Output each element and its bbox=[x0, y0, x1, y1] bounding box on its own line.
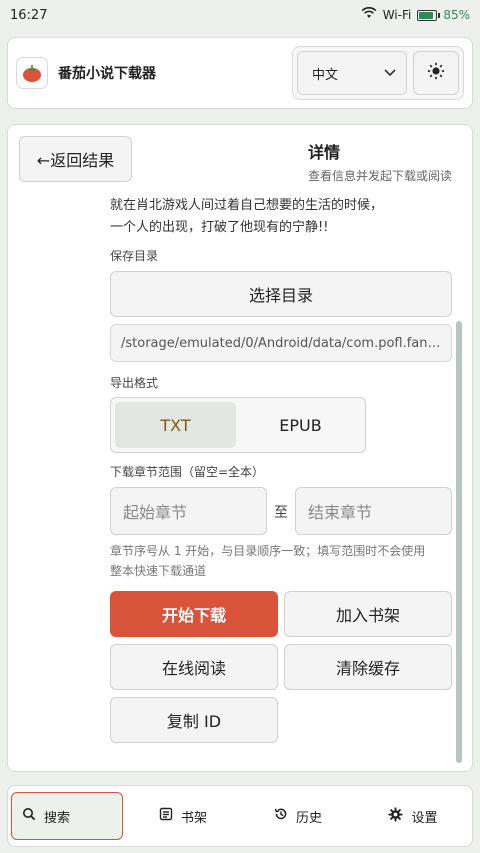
header-controls: 中文 bbox=[292, 46, 464, 100]
hint-line: 章节序号从 1 开始，与目录顺序一致；填写范围时不会使用 bbox=[110, 544, 426, 558]
detail-subtitle: 查看信息并发起下载或阅读 bbox=[308, 169, 453, 183]
chevron-down-icon bbox=[384, 66, 396, 81]
format-selector: TXT EPUB bbox=[110, 397, 366, 453]
choose-directory-button[interactable]: 选择目录 bbox=[110, 271, 452, 317]
back-to-results-button[interactable]: ←返回结果 bbox=[19, 136, 132, 182]
status-indicators: Wi-Fi 85% bbox=[361, 6, 470, 23]
theme-toggle-button[interactable] bbox=[413, 51, 459, 95]
nav-label-bookshelf: 书架 bbox=[180, 810, 207, 826]
nav-label-settings: 设置 bbox=[411, 810, 438, 826]
save-path-field: /storage/emulated/0/Android/data/com.pof… bbox=[110, 324, 452, 362]
scrollbar[interactable] bbox=[456, 195, 462, 763]
add-to-bookshelf-button[interactable]: 加入书架 bbox=[284, 591, 452, 637]
start-chapter-input[interactable]: 起始章节 bbox=[110, 487, 267, 535]
end-chapter-input[interactable]: 结束章节 bbox=[295, 487, 452, 535]
format-option-txt[interactable]: TXT bbox=[115, 402, 236, 448]
book-description: 就在肖北游戏人间过着自己想要的生活的时候， 一个人的出现，打破了他现有的宁静!! bbox=[110, 195, 452, 239]
read-online-button[interactable]: 在线阅读 bbox=[110, 644, 278, 690]
chapter-range-label: 下载章节范围（留空=全本） bbox=[110, 465, 265, 479]
language-value: 中文 bbox=[312, 67, 339, 83]
nav-item-settings[interactable]: 设置 bbox=[358, 792, 468, 840]
start-download-button[interactable]: 开始下载 bbox=[110, 591, 278, 637]
description-line: 一个人的出现，打破了他现有的宁静!! bbox=[110, 220, 329, 235]
status-time: 16:27 bbox=[10, 7, 48, 23]
save-dir-label: 保存目录 bbox=[110, 249, 159, 263]
chapter-range-hint: 章节序号从 1 开始，与目录顺序一致；填写范围时不会使用 整本快速下载通道 bbox=[110, 541, 452, 581]
save-path-text: /storage/emulated/0/Android/data/com.pof… bbox=[121, 335, 441, 351]
hint-line: 整本快速下载通道 bbox=[110, 564, 207, 578]
tomato-logo-icon bbox=[16, 57, 48, 89]
format-option-epub[interactable]: EPUB bbox=[240, 402, 361, 448]
format-label: 导出格式 bbox=[110, 376, 159, 390]
nav-label-history: 历史 bbox=[295, 810, 322, 826]
app-header: 番茄小说下载器 中文 bbox=[7, 37, 473, 109]
sun-icon bbox=[427, 62, 445, 84]
bottom-navigation: 搜索 书架 历史 设置 bbox=[7, 785, 473, 847]
detail-scroll-content[interactable]: 就在肖北游戏人间过着自己想要的生活的时候， 一个人的出现，打破了他现有的宁静!!… bbox=[110, 191, 452, 769]
scrollbar-thumb[interactable] bbox=[456, 321, 462, 763]
battery-tip bbox=[438, 12, 441, 18]
battery-indicator: 85% bbox=[417, 8, 470, 22]
history-icon bbox=[274, 807, 288, 825]
range-separator: 至 bbox=[274, 505, 288, 521]
network-label: Wi-Fi bbox=[382, 8, 412, 22]
nav-item-history[interactable]: 历史 bbox=[243, 792, 353, 840]
detail-title: 详情 bbox=[308, 143, 341, 162]
bookshelf-icon bbox=[159, 807, 173, 825]
nav-item-bookshelf[interactable]: 书架 bbox=[128, 792, 238, 840]
clear-cache-button[interactable]: 清除缓存 bbox=[284, 644, 452, 690]
battery-icon bbox=[417, 9, 438, 21]
battery-fill bbox=[419, 11, 433, 19]
nav-label-search: 搜索 bbox=[44, 810, 71, 826]
search-icon bbox=[22, 807, 36, 825]
language-select[interactable]: 中文 bbox=[297, 51, 407, 95]
battery-percent: 85% bbox=[443, 8, 470, 22]
detail-panel: ←返回结果 详情 查看信息并发起下载或阅读 就在肖北游戏人间过着自己想要的生活的… bbox=[7, 124, 473, 772]
gear-icon bbox=[388, 806, 404, 826]
copy-id-button[interactable]: 复制 ID bbox=[110, 697, 278, 743]
app-title: 番茄小说下载器 bbox=[58, 66, 156, 82]
description-line: 就在肖北游戏人间过着自己想要的生活的时候， bbox=[110, 198, 384, 213]
wifi-icon bbox=[361, 6, 377, 23]
nav-item-search[interactable]: 搜索 bbox=[11, 792, 123, 840]
status-bar: 16:27 Wi-Fi 85% bbox=[0, 0, 480, 30]
